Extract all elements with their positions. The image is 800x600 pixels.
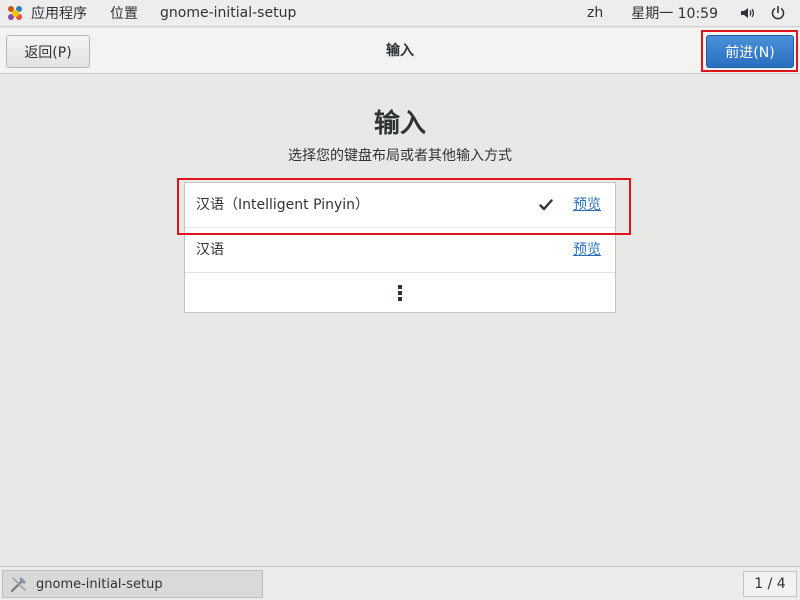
back-button[interactable]: 返回(P)	[6, 35, 90, 68]
input-source-label: 汉语	[196, 242, 224, 258]
checkmark-icon	[539, 197, 553, 213]
top-panel: 应用程序 位置 gnome-initial-setup zh 星期一 10:59	[0, 0, 800, 27]
applications-menu-label: 应用程序	[31, 6, 87, 22]
places-menu[interactable]: 位置	[99, 0, 149, 26]
header-title: 输入	[386, 43, 414, 59]
applications-menu[interactable]: 应用程序	[0, 0, 99, 26]
app-menu[interactable]: gnome-initial-setup	[149, 0, 307, 26]
workspace-indicator[interactable]: 1 / 4	[743, 571, 797, 597]
clock[interactable]: 星期一 10:59	[619, 3, 740, 23]
input-source-row[interactable]: 汉语（Intelligent Pinyin） 预览	[185, 183, 615, 228]
input-source-row[interactable]: 汉语 预览	[185, 228, 615, 273]
preview-link[interactable]: 预览	[573, 228, 601, 273]
setup-tools-icon	[9, 574, 29, 594]
input-source-list: 汉语（Intelligent Pinyin） 预览 汉语 预览	[184, 182, 616, 313]
page-title: 输入	[373, 109, 426, 139]
bottom-panel: gnome-initial-setup 1 / 4	[0, 566, 800, 600]
volume-icon[interactable]	[740, 5, 756, 21]
page-subtitle: 选择您的键盘布局或者其他输入方式	[288, 148, 512, 164]
taskbar-window-label: gnome-initial-setup	[36, 576, 163, 592]
gnome-foot-icon	[8, 5, 23, 21]
input-language-indicator[interactable]: zh	[587, 5, 619, 21]
next-button[interactable]: 前进(N)	[706, 35, 794, 68]
input-source-label: 汉语（Intelligent Pinyin）	[196, 197, 370, 213]
more-input-sources-button[interactable]	[185, 273, 615, 313]
more-vertical-icon	[398, 285, 402, 301]
preview-link[interactable]: 预览	[573, 183, 601, 228]
power-icon[interactable]	[770, 5, 786, 21]
taskbar-window-button[interactable]: gnome-initial-setup	[2, 570, 263, 598]
header-bar: 输入 返回(P) 前进(N)	[0, 28, 800, 74]
